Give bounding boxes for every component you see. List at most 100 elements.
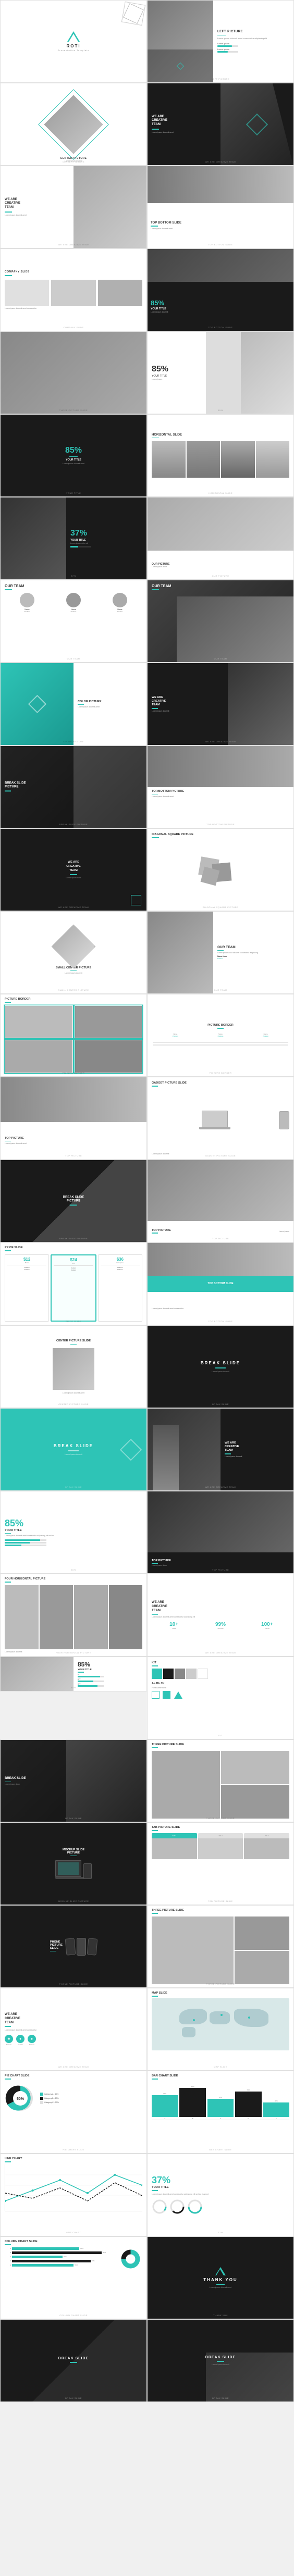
slide-label-top-pic: TOP PICTURE [65,1154,82,1157]
slide-label-left-picture: LEFT PICTURE [212,78,229,80]
slide-label-37: 37% [71,575,76,577]
creative-white3-body: Lorem ipsum dolor sit amet consectetur [5,2029,142,2032]
slide-label-column-chart: COLUMN CHART SLIDE [59,2314,88,2317]
slide-three-pic-3: THREE PICTURE SLIDE THREE PICTURE SLIDE [147,1905,294,1988]
slide-pie-chart: PIE CHART SLIDE 60% Category A - 60% [0,2071,147,2154]
slide-label-small-center: SMALL CENTER PICTURE [58,989,89,991]
break-dark2-body: Lorem ipsum dolor [5,1783,26,1785]
slide-creative-white-3: WE ARECREATIVETEAM Lorem ipsum dolor sit… [0,1988,147,2071]
slide-break-pic-dark-2: BREAK SLIDEPICTURE BREAK SLIDE PICTURE [0,1160,147,1242]
mini-pie2-svg [169,2199,185,2214]
slide-color-picture: COLOR PICTURE Lorem ipsum dolor sit amet… [0,663,147,745]
column-chart-title: COLUMN CHART SLIDE [5,2240,142,2243]
slide-label-price: PRICE SLIDE [66,1320,81,1323]
slide-label-our-picture: OUR PICTURE [212,575,229,577]
slide-label-four-horiz: FOUR HORIZONTAL PICTURE [56,1651,91,1654]
slide-our-team-dark: OUR TEAM OUR TEAM [147,580,294,663]
slide-kit: KIT Aa Bb Cc Font name here KIT [147,1657,294,1739]
slide-our-picture: OUR PICTURE Lorem ipsum dolor OUR PICTUR… [147,497,294,580]
pie-chart-svg: 60% [5,2083,36,2114]
our-team-1-title: OUR TEAM [5,584,142,588]
slide-label-center-pic-slide: CENTER PICTURE SLIDE [58,1403,89,1405]
slide-line-chart: LINE CHART LINE CHART [0,2154,147,2236]
slide-label-our-team-dark: OUR TEAM [214,657,227,660]
creative-team-title: WE ARECREATIVETEAM [152,115,216,127]
break-dark-title: BREAK SLIDE [201,1361,240,1365]
percent-37-body: Lorem ipsum dolor sit [70,542,142,544]
slide-label-horizontal: HORIZONTAL SLIDE [209,492,232,494]
break-dark2-title: BREAK SLIDE [5,1776,26,1781]
mini-pie3-svg [187,2199,203,2214]
slide-thank-you: THANK YOU Lorem ipsum dolor sit amet THA… [147,2236,294,2319]
left-pic-body: Lorem ipsum dolor sit amet consectetur a… [217,37,289,40]
slide-85-bars: 85% YOUR TITLE KIT KIT KIT 85% [0,1657,147,1691]
slide-label-creative-dark4: WE ARE CREATIVE TEAM [205,1486,236,1488]
slide-label-pic-border-2: PICTURE BORDER [210,1072,232,1074]
top-bottom-dark-percent: 85% [151,300,290,306]
slide-label-our-team-2: OUR TEAM [214,989,227,991]
slide-creative-white-2: WE ARECREATIVETEAM Lorem ipsum dolor sit… [147,1574,294,1657]
slide-label-break-dark: BREAK SLIDE [212,1403,229,1405]
your-title-percent: 85% [65,446,82,455]
slide-label-map: MAP SLIDE [214,2065,227,2068]
slide-top-bottom-pic: TOP/BOTTOM PICTURE Lorem ipsum dolor sit… [147,745,294,828]
company-body: Lorem ipsum dolor sit amet consectetur [5,307,142,309]
37-infographic-title: YOUR TITLE [152,2186,289,2189]
gadget-title: GADGET PICTURE SLIDE [152,1081,289,1085]
cover-subtitle: Presentation Template [58,49,90,52]
top-pic-body: Lorem ipsum dolor sit amet [5,1142,142,1144]
slide-label-three-pic: THREE PICTURE SLIDE [59,409,88,412]
mockup-dark-title: MOCKUP SLIDEPICTURE [55,1848,92,1855]
slide-label-top-bottom-dark: TOP BOTTOM SLIDE [209,326,233,329]
price-title: PRICE SLIDE [5,1246,142,1249]
slide-three-picture: THREE PICTURE SLIDE Lorem ipsum dolor si… [0,331,147,414]
slide-bar-chart: BAR CHART SLIDE 60% A 80% B 50% C 70% D [147,2071,294,2154]
slide-label-break-pic: BREAK SLIDE PICTURE [59,823,88,826]
your-title-body: Lorem ipsum dolor sit amet [63,463,84,465]
percent-85-num: 85% [152,365,202,374]
slide-cover[interactable]: ROTI Presentation Template [0,0,147,83]
slide-creative-team-white: WE ARECREATIVETEAM Lorem ipsum dolor sit… [0,166,147,248]
top-pic2-body: Lorem ipsum [279,1230,289,1233]
slide-top-picture: TOP PICTURE Lorem ipsum dolor sit amet T… [0,1077,147,1160]
break-teal-body: Lorem ipsum dolor sit [54,1453,93,1455]
creative-team-white-body: Lorem ipsum dolor sit amet [5,214,69,217]
mini-pie-svg [152,2199,167,2214]
creative-team-white-title: WE ARECREATIVETEAM [5,198,69,210]
pie-chart-title: PIE CHART SLIDE [5,2074,142,2077]
percent-85-label: YOUR TITLE [152,375,202,378]
slide-four-horizontal: FOUR HORIZONTAL PICTURE Lorem ipsum dolo… [0,1574,147,1657]
slide-company: COMPANY SLIDE Lorem ipsum dolor sit amet… [0,248,147,331]
line-chart-svg [5,2164,142,2209]
slide-label-three-pic3: THREE PICTURE SLIDE [206,1983,235,1985]
slide-label-break-dark2: BREAK SLIDE [65,1817,82,1820]
slide-label-85-bars: 85% [71,1686,76,1689]
creative-dark2-title: WE ARECREATIVETEAM [152,696,224,707]
break-final2-body: Lorem ipsum dolor sit [205,2363,236,2366]
slide-price: PRICE SLIDE $12 Basic Feature Feature $2… [0,1242,147,1325]
85-bars-title: YOUR TITLE [78,1668,142,1671]
slide-label-top-bottom: TOP BOTTOM SLIDE [209,243,233,246]
break-final2-title: BREAK SLIDE [205,2356,236,2359]
top-bottom-dark-title: YOUR TITLE [151,307,290,310]
slide-label-break-final1: BREAK SLIDE [65,2397,82,2399]
slide-label-creative-dark: WE ARE CREATIVE TEAM [205,160,236,163]
creative-dark4-title: WE ARECREATIVETEAM [225,1441,289,1452]
slide-map: MAP SLIDE MAP SLIDE [147,1988,294,2071]
slide-horizontal: HORIZONTAL SLIDE HORIZONTAL SLIDE [147,414,294,497]
slide-label-creative-dark2: WE ARE CREATIVE TEAM [205,740,236,743]
slide-label-company: COMPANY SLIDE [63,326,83,329]
slide-top-bottom-dark: 85% YOUR TITLE Lorem ipsum dolor sit TOP… [147,248,294,331]
percent-85-2-label: YOUR TITLE [5,1529,142,1532]
percent-85-2-body: Lorem ipsum dolor sit amet consectetur a… [5,1535,142,1537]
slide-your-title-dark: 85% YOUR TITLE Lorem ipsum dolor sit ame… [0,414,147,497]
creative-white2-title: WE ARECREATIVETEAM [152,1601,289,1613]
center-pic-slide-body: Lorem ipsum dolor sit amet [63,1392,84,1394]
slide-label-break-teal: BREAK SLIDE [65,1486,82,1488]
slide-center-picture-slide: CENTER PICTURE SLIDE Lorem ipsum dolor s… [0,1325,147,1408]
three-pic2-title: THREE PICTURE SLIDE [152,1743,289,1746]
slide-three-pic-2: THREE PICTURE SLIDE THREE PICTURE SLIDE [147,1739,294,1822]
break-pic-title: BREAK SLIDEPICTURE [5,781,26,790]
slide-creative-dark-4: WE ARECREATIVETEAM Lorem ipsum dolor sit… [147,1408,294,1491]
slide-37-dark: 37% YOUR TITLE Lorem ipsum dolor sit 37% [0,497,147,580]
